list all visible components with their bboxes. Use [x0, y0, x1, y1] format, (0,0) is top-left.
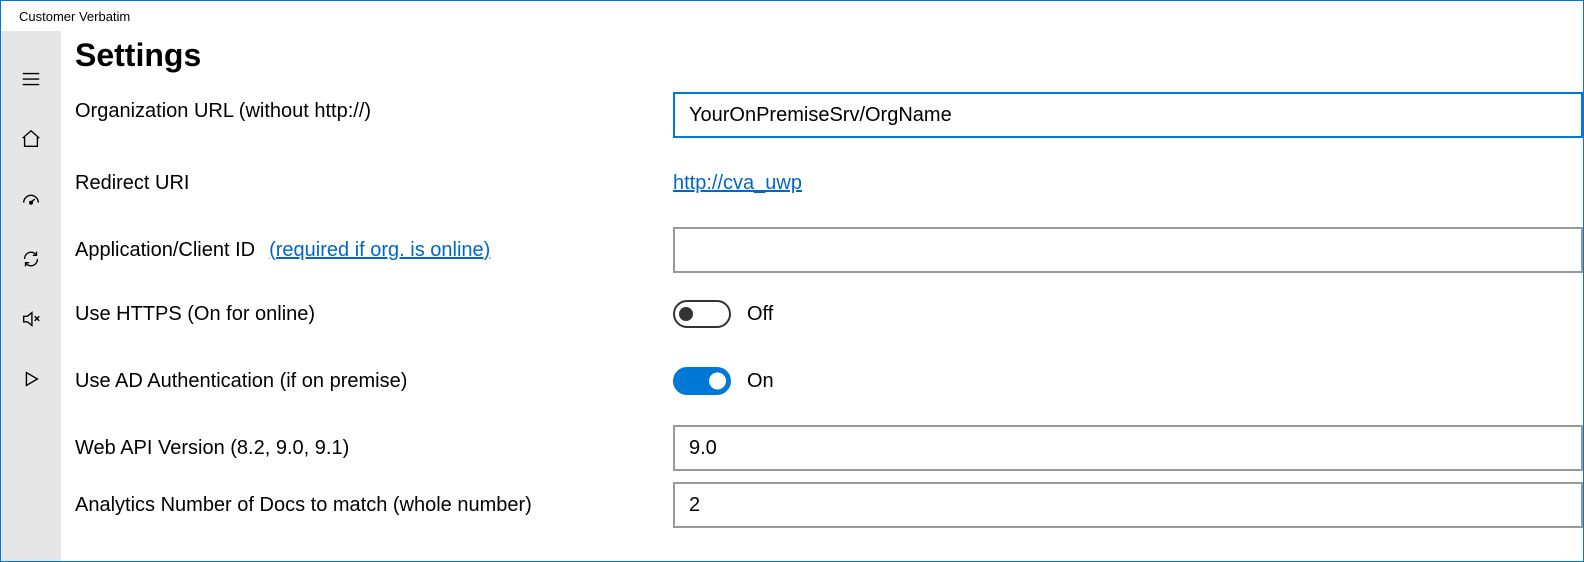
web-api-version-input[interactable]: [673, 425, 1583, 471]
sidebar-gauge-button[interactable]: [1, 171, 61, 231]
home-icon: [20, 128, 42, 155]
sidebar-refresh-button[interactable]: [1, 231, 61, 291]
row-analytics-docs: Analytics Number of Docs to match (whole…: [75, 480, 1583, 530]
sidebar-home-button[interactable]: [1, 111, 61, 171]
gauge-icon: [20, 188, 42, 215]
row-org-url: Organization URL (without http://): [75, 92, 1583, 148]
label-use-ad-auth: Use AD Authentication (if on premise): [75, 370, 407, 393]
sidebar-mute-button[interactable]: [1, 291, 61, 351]
analytics-docs-input[interactable]: [673, 482, 1583, 528]
toggle-knob: [709, 373, 726, 390]
settings-form: Organization URL (without http://) Redir…: [75, 92, 1583, 530]
hamburger-icon: [20, 68, 42, 95]
refresh-icon: [20, 248, 42, 275]
row-redirect-uri: Redirect URI http://cva_uwp: [75, 148, 1583, 218]
label-web-api-version: Web API Version (8.2, 9.0, 9.1): [75, 437, 349, 460]
play-icon: [20, 368, 42, 395]
row-use-ad-auth: Use AD Authentication (if on premise) On: [75, 346, 1583, 416]
client-id-hint-link[interactable]: (required if org. is online): [269, 239, 490, 262]
main-content: Settings Organization URL (without http:…: [61, 31, 1583, 561]
page-title: Settings: [75, 37, 1583, 74]
row-web-api-version: Web API Version (8.2, 9.0, 9.1): [75, 416, 1583, 480]
redirect-uri-link[interactable]: http://cva_uwp: [673, 172, 802, 195]
use-https-toggle[interactable]: [673, 300, 731, 328]
label-client-id: Application/Client ID: [75, 239, 255, 262]
label-use-https: Use HTTPS (On for online): [75, 303, 315, 326]
use-https-state: Off: [747, 303, 773, 326]
row-use-https: Use HTTPS (On for online) Off: [75, 282, 1583, 346]
app-window: Customer Verbatim: [0, 0, 1584, 562]
titlebar: Customer Verbatim: [1, 1, 1583, 31]
use-ad-auth-state: On: [747, 370, 774, 393]
row-client-id: Application/Client ID (required if org. …: [75, 218, 1583, 282]
org-url-input[interactable]: [673, 92, 1583, 138]
sidebar: [1, 31, 61, 561]
window-title: Customer Verbatim: [19, 9, 130, 24]
client-id-input[interactable]: [673, 227, 1583, 273]
label-analytics-docs: Analytics Number of Docs to match (whole…: [75, 494, 532, 517]
speaker-mute-icon: [20, 308, 42, 335]
sidebar-play-button[interactable]: [1, 351, 61, 411]
label-redirect-uri: Redirect URI: [75, 172, 189, 195]
sidebar-menu-button[interactable]: [1, 51, 61, 111]
app-body: Settings Organization URL (without http:…: [1, 31, 1583, 561]
use-ad-auth-toggle[interactable]: [673, 367, 731, 395]
toggle-knob: [679, 307, 693, 321]
label-org-url: Organization URL (without http://): [75, 100, 371, 123]
